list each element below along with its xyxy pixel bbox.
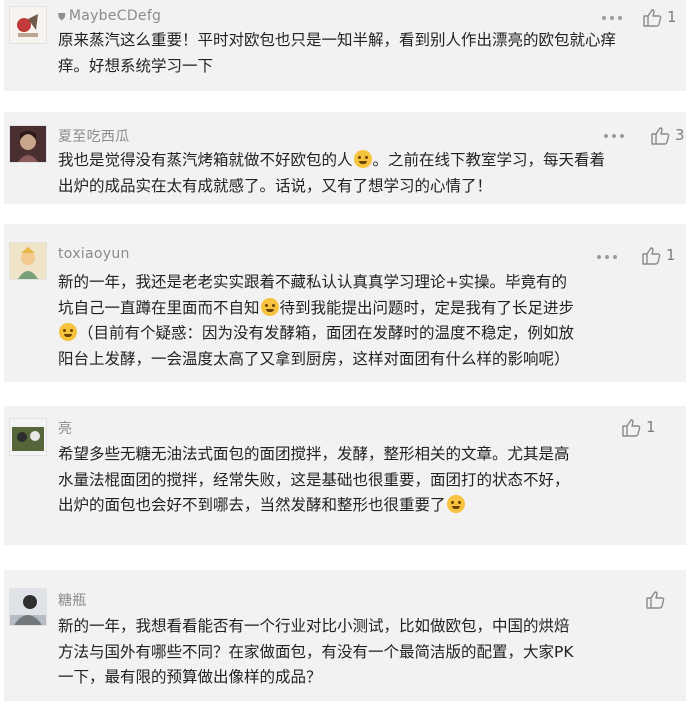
comment-card: 糖瓶 新的一年，我想看看能否有一个行业对比小测试，比如做欧包，中国的烘焙 方法与… bbox=[4, 570, 686, 701]
like-count: 1 bbox=[646, 418, 656, 436]
avatar[interactable] bbox=[9, 242, 47, 280]
comment-author[interactable]: 亮 bbox=[58, 418, 72, 438]
more-dots-icon[interactable] bbox=[597, 253, 617, 261]
like-button[interactable]: 3 bbox=[650, 126, 686, 146]
like-count: 3 bbox=[675, 126, 685, 144]
like-button[interactable]: 1 bbox=[621, 418, 661, 438]
like-count: 1 bbox=[667, 8, 677, 26]
like-button[interactable]: 1 bbox=[641, 246, 681, 266]
comment-author[interactable]: 糖瓶 bbox=[58, 590, 87, 610]
thumbs-up-icon bbox=[622, 419, 641, 437]
comment-card: 亮 1 希望多些无糖无油法式面包的面团搅拌，发酵，整形相关的文章。尤其是高 水量… bbox=[4, 406, 686, 545]
comment-author[interactable]: 夏至吃西瓜 bbox=[58, 126, 130, 146]
like-button[interactable] bbox=[645, 590, 675, 610]
comment-card: ⛊ MaybeCDefg 1 原来蒸汽这么重要！平时对欧包也只是一知半解，看到别人… bbox=[4, 0, 686, 91]
smiley-emoji-icon bbox=[353, 150, 372, 168]
comment-text: 新的一年，我想看看能否有一个行业对比小测试，比如做欧包，中国的烘焙 方法与国外有… bbox=[58, 617, 574, 686]
avatar[interactable] bbox=[9, 6, 47, 44]
smiley-emoji-icon bbox=[59, 323, 77, 341]
comment-author[interactable]: ⛊ MaybeCDefg bbox=[58, 8, 161, 24]
comment-author[interactable]: toxiaoyun bbox=[58, 246, 130, 262]
smiley-emoji-icon bbox=[260, 297, 279, 316]
smiley-emoji-icon bbox=[446, 495, 465, 513]
avatar[interactable] bbox=[9, 125, 47, 163]
comment-text: 新的一年，我还是老老实实跟着不藏私认认真真学习理论+实操。毕竟有的 坑自己一直蹲… bbox=[58, 273, 575, 368]
thumbs-up-icon bbox=[646, 591, 665, 609]
comment-text: 原来蒸汽这么重要！平时对欧包也只是一知半解，看到别人作出漂亮的欧包就心痒 痒。好… bbox=[58, 31, 617, 75]
comment-text: 希望多些无糖无油法式面包的面团搅拌，发酵，整形相关的文章。尤其是高 水量法棍面团… bbox=[58, 445, 570, 514]
shield-icon: ⛊ bbox=[58, 12, 66, 23]
like-button[interactable]: 1 bbox=[642, 8, 682, 28]
avatar[interactable] bbox=[9, 588, 47, 626]
thumbs-up-icon bbox=[643, 9, 662, 27]
like-count: 1 bbox=[666, 246, 676, 264]
thumbs-up-icon bbox=[642, 247, 661, 265]
comment-card: toxiaoyun 1 新的一年，我还是老老实实跟着不藏私认认真真学习理论+实操… bbox=[4, 224, 686, 382]
avatar[interactable] bbox=[9, 418, 47, 456]
comment-card: 夏至吃西瓜 3 我也是觉得没有蒸汽烤箱就做不好欧包的人 。之前在线下教室学习，每天… bbox=[4, 112, 686, 204]
thumbs-up-icon bbox=[651, 127, 670, 145]
more-dots-icon[interactable] bbox=[604, 132, 624, 140]
comment-text: 我也是觉得没有蒸汽烤箱就做不好欧包的人 。之前在线下教室学习，每天看着 出炉的成品… bbox=[58, 150, 606, 195]
more-dots-icon[interactable] bbox=[602, 14, 622, 22]
